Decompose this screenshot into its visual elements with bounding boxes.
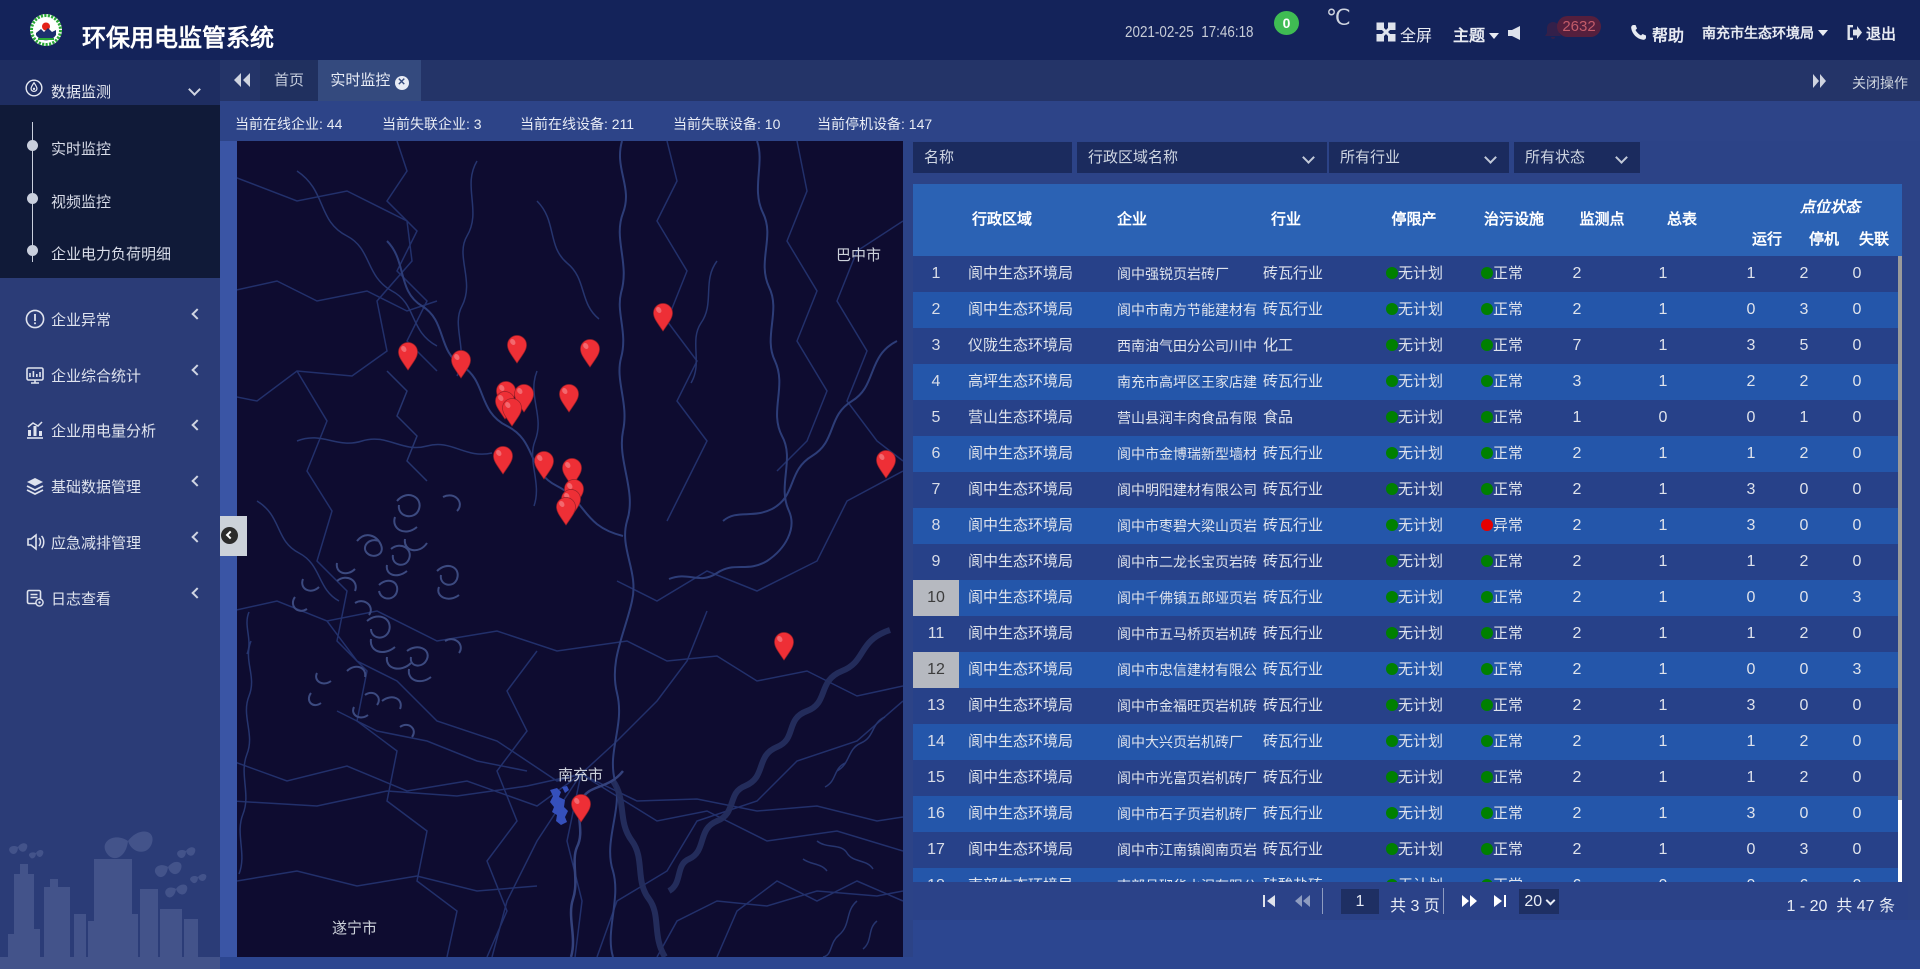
svg-text:南充市: 南充市: [558, 767, 603, 784]
svg-text:巴中市: 巴中市: [836, 247, 881, 264]
svg-text:遂宁市: 遂宁市: [332, 920, 377, 937]
